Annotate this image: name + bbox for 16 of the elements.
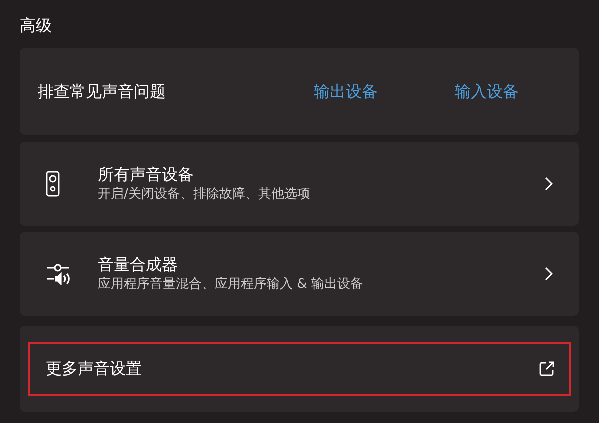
setting-title: 更多声音设置 — [46, 358, 143, 380]
chevron-right-icon — [545, 267, 553, 281]
setting-title: 音量合成器 — [98, 254, 179, 276]
section-title: 高级 — [20, 15, 53, 37]
settings-card[interactable]: 音量合成器 应用程序音量混合、应用程序输入 & 输出设备 — [20, 232, 579, 316]
troubleshoot-label: 排查常见声音问题 — [38, 80, 167, 102]
settings-card[interactable]: 所有声音设备 开启/关闭设备、排除故障、其他选项 — [20, 142, 579, 226]
speaker-icon — [46, 171, 60, 197]
open-external-icon — [539, 361, 555, 377]
device-link[interactable]: 输出设备 — [314, 80, 378, 104]
setting-title: 所有声音设备 — [98, 164, 195, 186]
settings-card[interactable]: 更多声音设置 — [20, 326, 579, 412]
device-link[interactable]: 输入设备 — [455, 80, 519, 104]
chevron-right-icon — [545, 177, 553, 191]
setting-subtitle: 应用程序音量混合、应用程序输入 & 输出设备 — [98, 276, 364, 294]
setting-subtitle: 开启/关闭设备、排除故障、其他选项 — [98, 186, 312, 204]
